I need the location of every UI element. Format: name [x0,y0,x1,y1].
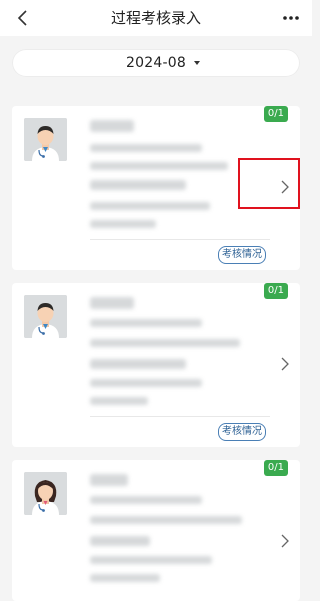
highlight-box [238,158,300,209]
redacted-text [90,474,128,486]
redacted-text [90,397,148,405]
redacted-text [90,180,186,190]
page-title: 过程考核录入 [110,9,201,27]
doctor-avatar-male [24,295,67,338]
redacted-text [90,359,186,369]
redacted-text [90,496,202,504]
redacted-text [90,202,210,210]
top-nav-bar: 过程考核录入 [0,0,312,36]
divider [90,239,270,240]
redacted-text [90,536,150,546]
redacted-text [90,516,242,524]
redacted-text [90,144,202,152]
divider [90,416,270,417]
redacted-text [90,339,240,347]
month-filter-label: 2024-08 [126,55,186,71]
redacted-text [90,297,134,309]
redacted-text [90,556,212,564]
assessment-record-card[interactable]: 0/1 [12,460,300,601]
progress-badge: 0/1 [263,106,288,122]
assessment-status-button[interactable]: 考核情况 [218,423,266,441]
doctor-avatar-male [24,118,67,161]
assessment-status-button[interactable]: 考核情况 [218,246,266,264]
redacted-text [90,574,160,582]
redacted-text [90,120,134,132]
month-filter-dropdown[interactable]: 2024-08 [12,49,300,77]
assessment-record-card[interactable]: 0/1 考核情况 [12,283,300,447]
redacted-text [90,220,156,228]
chevron-right-icon[interactable] [280,534,290,548]
doctor-avatar-female [24,472,67,515]
redacted-text [90,379,202,387]
progress-badge: 0/1 [263,460,288,476]
chevron-right-icon[interactable] [280,357,290,371]
redacted-text [90,319,202,327]
progress-badge: 0/1 [263,283,288,299]
redacted-text [90,162,228,170]
caret-down-icon [194,61,200,65]
more-dots-icon[interactable] [280,12,302,24]
